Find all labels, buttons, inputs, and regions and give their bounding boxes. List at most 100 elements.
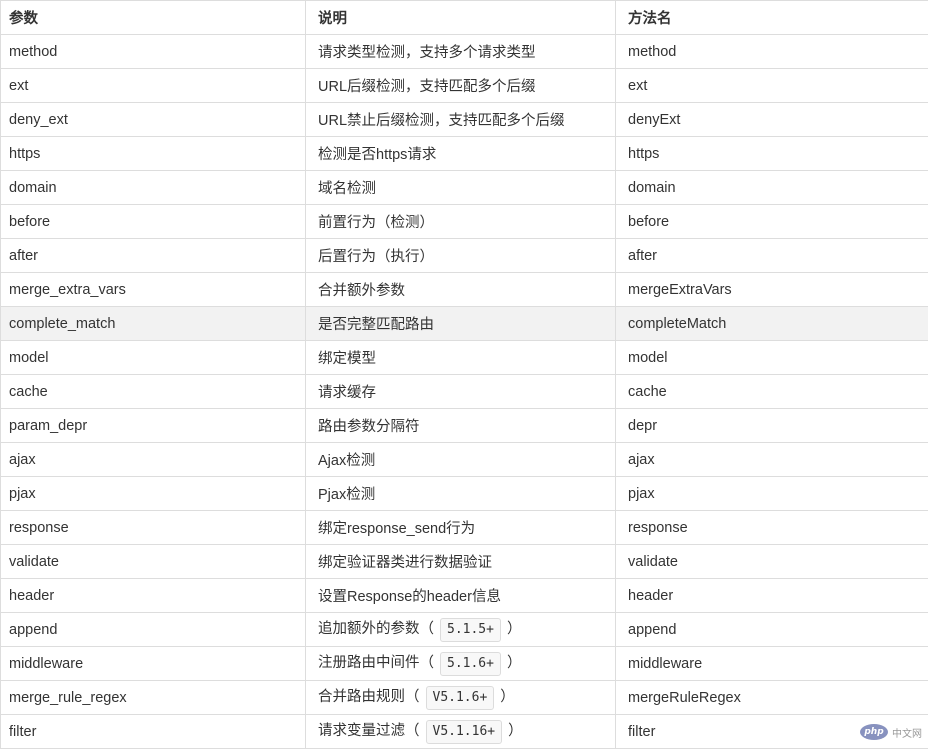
header-method-name: 方法名 <box>616 1 928 35</box>
param-cell: before <box>1 205 306 239</box>
table-row: validate 绑定验证器类进行数据验证 validate <box>1 545 928 579</box>
header-param: 参数 <box>1 1 306 35</box>
table-row: response绑定response_send行为response <box>1 511 928 545</box>
method-name-cell: denyExt <box>616 103 928 137</box>
table-row: after后置行为（执行）after <box>1 239 928 273</box>
description-text: 绑定模型 <box>318 351 376 367</box>
table-row: merge_rule_regex合并路由规则（V5.1.6+）mergeRule… <box>1 681 928 715</box>
param-cell: merge_rule_regex <box>1 681 306 715</box>
method-name-cell: completeMatch <box>616 307 928 341</box>
description-cell: Ajax检测 <box>306 443 616 477</box>
version-badge: 5.1.6+ <box>440 652 501 676</box>
table-row: pjax Pjax检测 pjax <box>1 477 928 511</box>
table-row: before前置行为（检测）before <box>1 205 928 239</box>
description-cell: 检测是否https请求 <box>306 137 616 171</box>
version-badge: 5.1.5+ <box>440 618 501 642</box>
method-name-cell: https <box>616 137 928 171</box>
close-paren: ） <box>507 621 522 637</box>
header-description: 说明 <box>306 1 616 35</box>
site-watermark: php 中文网 <box>860 724 922 740</box>
table-row: ajaxAjax检测ajax <box>1 443 928 477</box>
description-text: Ajax检测 <box>318 453 375 469</box>
table-row: append 追加额外的参数（ 5.1.5+ ） append <box>1 613 928 647</box>
method-name-cell: response <box>616 511 928 545</box>
description-text: 绑定response_send行为 <box>318 521 475 537</box>
param-cell: https <box>1 137 306 171</box>
param-cell: header <box>1 579 306 613</box>
description-cell: 绑定模型 <box>306 341 616 375</box>
param-cell: model <box>1 341 306 375</box>
param-cell: ext <box>1 69 306 103</box>
description-text: URL禁止后缀检测，支持匹配多个后缀 <box>318 113 565 129</box>
description-cell: Pjax检测 <box>306 477 616 511</box>
param-cell: filter <box>1 715 306 749</box>
description-text: 设置Response的header信息 <box>318 589 501 605</box>
description-cell: 合并额外参数 <box>306 273 616 307</box>
method-name-cell: validate <box>616 545 928 579</box>
description-cell: URL后缀检测，支持匹配多个后缀 <box>306 69 616 103</box>
method-name-cell: method <box>616 35 928 69</box>
description-text: 是否完整匹配路由 <box>318 317 434 333</box>
param-cell: pjax <box>1 477 306 511</box>
method-name-cell: mergeExtraVars <box>616 273 928 307</box>
description-cell: URL禁止后缀检测，支持匹配多个后缀 <box>306 103 616 137</box>
param-cell: deny_ext <box>1 103 306 137</box>
param-cell: cache <box>1 375 306 409</box>
method-name-cell: append <box>616 613 928 647</box>
param-cell: ajax <box>1 443 306 477</box>
description-text: 绑定验证器类进行数据验证 <box>318 555 492 571</box>
method-name-cell: ext <box>616 69 928 103</box>
param-cell: complete_match <box>1 307 306 341</box>
description-cell: 前置行为（检测） <box>306 205 616 239</box>
table-row: filter请求变量过滤（V5.1.16+）filter <box>1 715 928 749</box>
method-name-cell: cache <box>616 375 928 409</box>
version-badge: V5.1.16+ <box>426 720 503 744</box>
table-row: merge_extra_vars 合并额外参数 mergeExtraVars <box>1 273 928 307</box>
method-name-cell: mergeRuleRegex <box>616 681 928 715</box>
description-text: 请求变量过滤 <box>318 723 405 739</box>
description-cell: 注册路由中间件（5.1.6+） <box>306 647 616 681</box>
description-cell: 请求缓存 <box>306 375 616 409</box>
method-name-cell: middleware <box>616 647 928 681</box>
method-name-cell: before <box>616 205 928 239</box>
method-name-cell: model <box>616 341 928 375</box>
php-logo-icon: php <box>860 724 888 740</box>
description-cell: 请求变量过滤（ V5.1.16+ ） <box>306 715 616 749</box>
param-cell: validate <box>1 545 306 579</box>
description-text: 域名检测 <box>318 181 376 197</box>
table-body: method请求类型检测，支持多个请求类型methodext URL后缀检测，支持… <box>1 35 928 749</box>
description-text: 注册路由中间件 <box>318 655 420 671</box>
open-paren: （ <box>405 723 420 739</box>
table-row: header 设置Response的header信息 header <box>1 579 928 613</box>
method-name-cell: pjax <box>616 477 928 511</box>
table-row: domain 域名检测 domain <box>1 171 928 205</box>
open-paren: （ <box>420 621 435 637</box>
description-cell: 设置Response的header信息 <box>306 579 616 613</box>
table-row: deny_ext URL禁止后缀检测，支持匹配多个后缀 denyExt <box>1 103 928 137</box>
table-row: ext URL后缀检测，支持匹配多个后缀 ext <box>1 69 928 103</box>
param-cell: merge_extra_vars <box>1 273 306 307</box>
description-cell: 追加额外的参数（ 5.1.5+ ） <box>306 613 616 647</box>
method-name-cell: after <box>616 239 928 273</box>
table-header-row: 参数 说明 方法名 <box>1 1 928 35</box>
description-text: URL后缀检测，支持匹配多个后缀 <box>318 79 536 95</box>
param-cell: middleware <box>1 647 306 681</box>
table-row: method请求类型检测，支持多个请求类型method <box>1 35 928 69</box>
description-cell: 请求类型检测，支持多个请求类型 <box>306 35 616 69</box>
description-text: 合并额外参数 <box>318 283 405 299</box>
table-row: https检测是否https请求https <box>1 137 928 171</box>
param-cell: append <box>1 613 306 647</box>
description-text: 追加额外的参数 <box>318 621 420 637</box>
table-row: param_depr路由参数分隔符depr <box>1 409 928 443</box>
open-paren: （ <box>405 689 420 705</box>
table-row: middleware注册路由中间件（5.1.6+）middleware <box>1 647 928 681</box>
description-text: 合并路由规则 <box>318 689 405 705</box>
close-paren: ） <box>508 723 523 739</box>
method-name-cell: header <box>616 579 928 613</box>
description-text: Pjax检测 <box>318 487 375 503</box>
method-name-cell: domain <box>616 171 928 205</box>
version-badge: V5.1.6+ <box>426 686 495 710</box>
table-row: cache 请求缓存 cache <box>1 375 928 409</box>
description-text: 请求缓存 <box>318 385 376 401</box>
param-cell: domain <box>1 171 306 205</box>
